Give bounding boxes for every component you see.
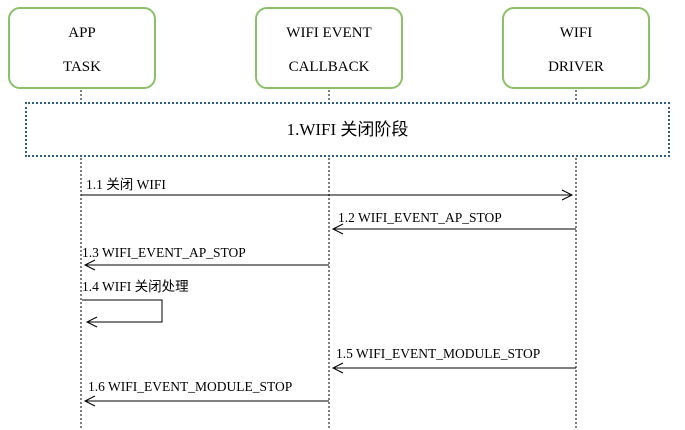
participant-driver-line1: WIFI (559, 25, 593, 41)
message-label-1: 1.1 关闭 WIFI (86, 177, 166, 192)
participant-app-line1: APP (68, 25, 96, 41)
message-label-5: 1.5 WIFI_EVENT_MODULE_STOP (336, 346, 541, 361)
participant-wifi-event-callback: WIFI EVENT CALLBACK (255, 7, 403, 89)
sequence-diagram: APP TASK WIFI EVENT CALLBACK WIFI DRIVER… (0, 0, 685, 430)
participant-wifi-driver: WIFI DRIVER (502, 7, 650, 89)
participant-callback-line2: CALLBACK (288, 59, 370, 75)
participant-driver-line2: DRIVER (548, 59, 604, 75)
message-label-6: 1.6 WIFI_EVENT_MODULE_STOP (88, 379, 293, 394)
participant-app-line2: TASK (63, 59, 101, 75)
message-label-4: 1.4 WIFI 关闭处理 (82, 279, 189, 294)
message-label-3: 1.3 WIFI_EVENT_AP_STOP (82, 245, 246, 260)
phase-label: 1.WIFI 关闭阶段 (286, 120, 409, 139)
participant-callback-line1: WIFI EVENT (286, 25, 372, 41)
message-label-2: 1.2 WIFI_EVENT_AP_STOP (338, 210, 502, 225)
participant-app-task: APP TASK (8, 7, 156, 89)
phase-box: 1.WIFI 关闭阶段 (25, 102, 670, 157)
